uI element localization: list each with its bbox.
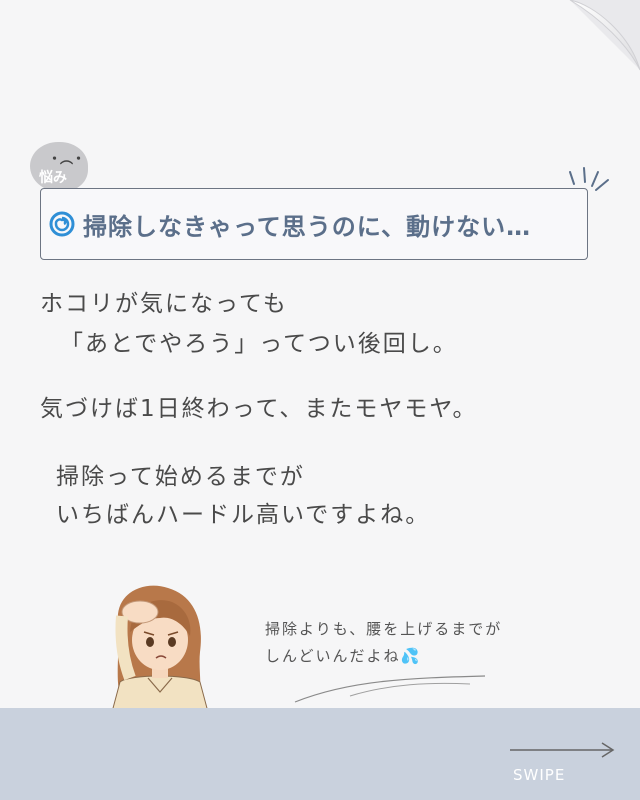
paragraph-line-3: 気づけば1日終わって、またモヤモヤ。 xyxy=(40,396,478,422)
spiral-icon xyxy=(49,211,75,237)
swipe-label[interactable]: SWIPE xyxy=(513,766,565,784)
paragraph-line-4: 掃除って始めるまでが xyxy=(56,464,305,490)
badge-label: 悩み xyxy=(39,170,67,186)
page-curl xyxy=(569,0,640,71)
sad-face-icon: ・︵・ xyxy=(48,152,85,167)
decorative-swoosh xyxy=(294,675,486,703)
speech-line-1: 掃除よりも、腰を上げるまでが xyxy=(265,620,503,638)
worried-girl-illustration xyxy=(111,585,209,712)
arrow-right-icon[interactable] xyxy=(508,740,618,760)
headline-box: 掃除しなきゃって思うのに、動けない… xyxy=(40,188,588,260)
headline-text: 掃除しなきゃって思うのに、動けない… xyxy=(83,213,532,241)
paragraph-line-2: 「あとでやろう」ってつい後回し。 xyxy=(60,331,458,357)
speech-line-2: しんどいんだよね💦 xyxy=(265,647,422,665)
paragraph-line-1: ホコリが気になっても xyxy=(40,291,288,317)
paragraph-line-5: いちばんハードル高いですよね。 xyxy=(56,502,431,528)
concern-badge: ・︵・ 悩み xyxy=(30,142,88,192)
